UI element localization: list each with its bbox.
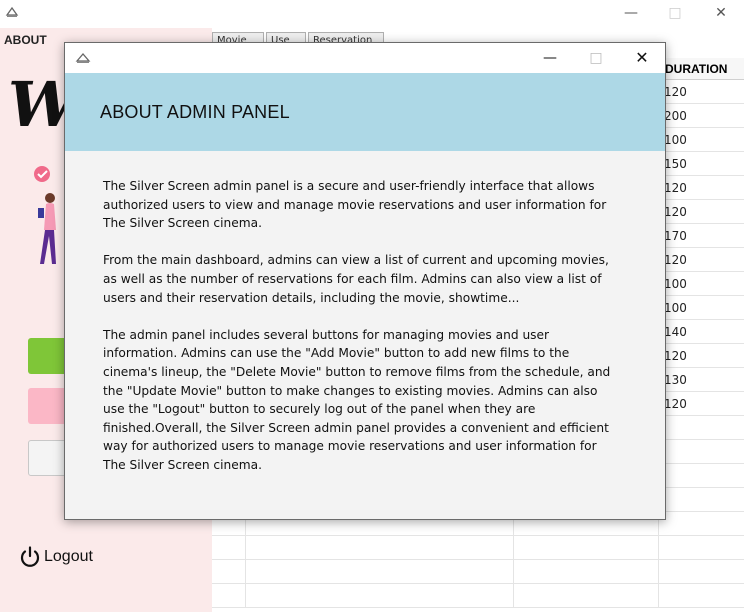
- duration-cell[interactable]: 120: [658, 392, 744, 416]
- duration-cell[interactable]: 130: [658, 368, 744, 392]
- duration-cell[interactable]: [658, 488, 744, 512]
- duration-cell[interactable]: 100: [658, 296, 744, 320]
- duration-cell[interactable]: 140: [658, 320, 744, 344]
- duration-cell[interactable]: 170: [658, 224, 744, 248]
- logout-label: Logout: [44, 548, 93, 565]
- table-row[interactable]: [212, 536, 744, 560]
- delete-movie-button[interactable]: [28, 388, 68, 424]
- close-icon: ✕: [635, 48, 649, 67]
- duration-cell[interactable]: 200: [658, 104, 744, 128]
- duration-cell[interactable]: 120: [658, 80, 744, 104]
- duration-cell[interactable]: 100: [658, 128, 744, 152]
- power-icon: [20, 546, 40, 567]
- duration-cell[interactable]: [658, 560, 744, 584]
- duration-cell[interactable]: 120: [658, 344, 744, 368]
- add-movie-button[interactable]: [28, 338, 68, 374]
- main-minimize-button[interactable]: —: [608, 2, 654, 24]
- minimize-icon: —: [543, 50, 557, 66]
- duration-cell[interactable]: [658, 416, 744, 440]
- paragraph-intro: The Silver Screen admin panel is a secur…: [103, 179, 607, 231]
- main-window-titlebar: — □ ✕: [0, 0, 744, 28]
- column-header-duration[interactable]: DURATION: [658, 58, 744, 80]
- duration-cell[interactable]: [658, 512, 744, 536]
- dialog-header: ABOUT ADMIN PANEL: [65, 73, 665, 151]
- maximize-icon: □: [668, 5, 682, 21]
- dialog-body: The Silver Screen admin panel is a secur…: [103, 177, 613, 493]
- dialog-maximize-button[interactable]: □: [573, 47, 619, 69]
- paragraph-dashboard: From the main dashboard, admins can view…: [103, 253, 609, 305]
- close-icon: ✕: [715, 5, 727, 21]
- update-movie-button[interactable]: [28, 440, 68, 476]
- dialog-close-button[interactable]: ✕: [619, 47, 665, 69]
- duration-cell[interactable]: [658, 464, 744, 488]
- paragraph-buttons: The admin panel includes several buttons…: [103, 327, 611, 472]
- duration-cell[interactable]: 150: [658, 152, 744, 176]
- maximize-icon: □: [589, 50, 603, 66]
- duration-cell[interactable]: 100: [658, 272, 744, 296]
- dialog-minimize-button[interactable]: —: [527, 47, 573, 69]
- minimize-icon: —: [624, 5, 638, 21]
- dialog-titlebar: — □ ✕: [65, 43, 665, 73]
- duration-cell[interactable]: 120: [658, 200, 744, 224]
- table-row[interactable]: [212, 560, 744, 584]
- about-dialog: — □ ✕ ABOUT ADMIN PANEL The Silver Scree…: [64, 42, 666, 520]
- java-app-icon: [75, 53, 91, 63]
- java-app-icon: [5, 6, 19, 17]
- table-row[interactable]: [212, 584, 744, 608]
- dialog-title: ABOUT ADMIN PANEL: [100, 102, 290, 122]
- duration-cell[interactable]: [658, 440, 744, 464]
- main-maximize-button[interactable]: □: [652, 2, 698, 24]
- logout-button[interactable]: Logout: [18, 544, 93, 570]
- main-close-button[interactable]: ✕: [698, 2, 744, 24]
- about-link[interactable]: ABOUT: [4, 33, 47, 47]
- duration-cell[interactable]: 120: [658, 248, 744, 272]
- duration-cell[interactable]: 120: [658, 176, 744, 200]
- duration-cell[interactable]: [658, 536, 744, 560]
- duration-cell[interactable]: [658, 584, 744, 608]
